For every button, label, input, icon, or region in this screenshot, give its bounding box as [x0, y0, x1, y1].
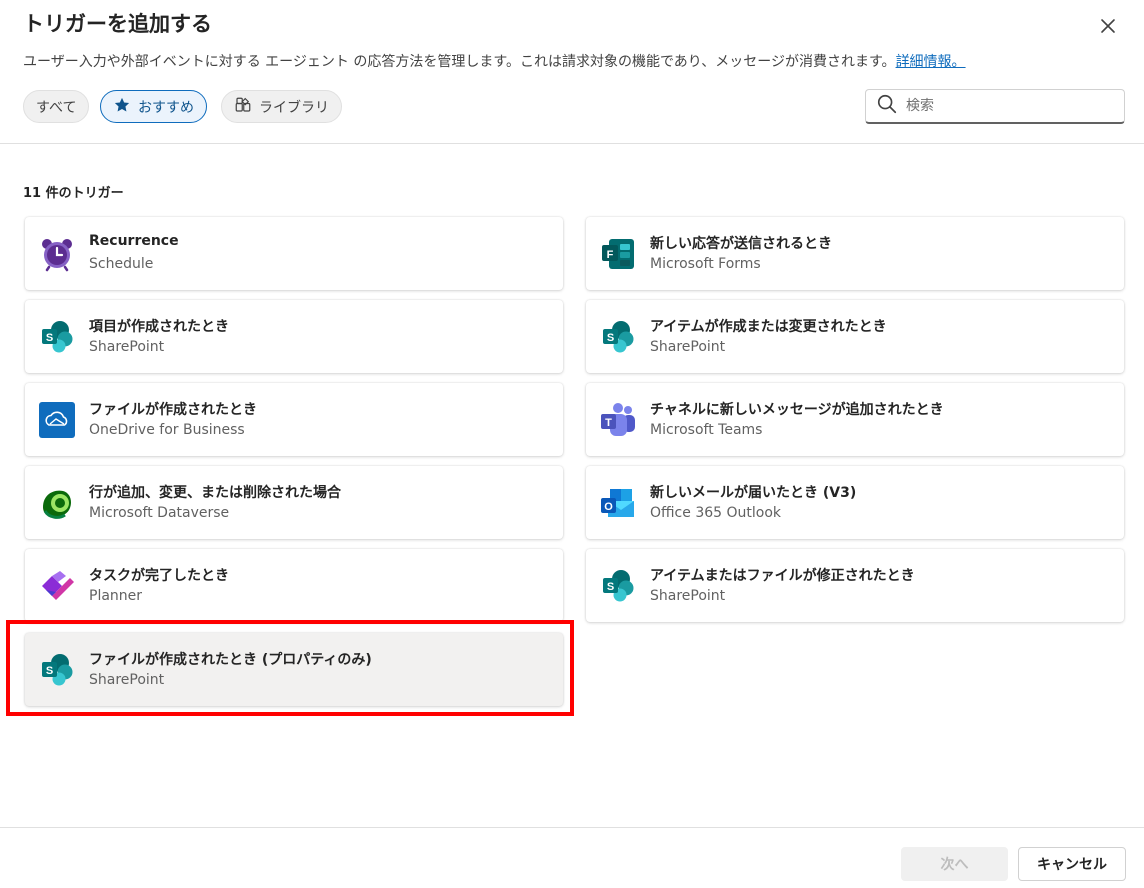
- trigger-connector: Microsoft Dataverse: [89, 505, 230, 521]
- trigger-connector: Microsoft Forms: [650, 256, 761, 272]
- trigger-title: アイテムが作成または変更されたとき: [650, 319, 887, 335]
- cancel-button[interactable]: キャンセル: [1018, 847, 1126, 881]
- filter-recommended-button[interactable]: おすすめ: [100, 90, 207, 123]
- trigger-title: ファイルが作成されたとき: [89, 402, 257, 418]
- sharepoint-icon: S: [600, 319, 636, 355]
- search-input[interactable]: [904, 97, 1108, 115]
- svg-text:O: O: [604, 501, 613, 513]
- trigger-connector: Planner: [89, 588, 143, 604]
- trigger-title: 新しい応答が送信されるとき: [650, 236, 832, 252]
- trigger-card-item-or-file-modified[interactable]: S アイテムまたはファイルが修正されたとき SharePoint: [586, 549, 1124, 622]
- results-count: 11 件のトリガー: [23, 186, 124, 201]
- trigger-card-forms-response[interactable]: F 新しい応答が送信されるとき Microsoft Forms: [586, 217, 1124, 290]
- filter-library-label: ライブラリ: [259, 99, 329, 116]
- trigger-title: 新しいメールが届いたとき (V3): [650, 485, 857, 501]
- svg-text:S: S: [607, 332, 614, 344]
- trigger-connector: Schedule: [89, 256, 154, 272]
- trigger-card-item-created-or-modified[interactable]: S アイテムが作成または変更されたとき SharePoint: [586, 300, 1124, 373]
- svg-text:S: S: [607, 581, 614, 593]
- svg-text:T: T: [605, 417, 612, 429]
- outlook-icon: O: [600, 485, 636, 521]
- planner-icon: [39, 568, 75, 604]
- trigger-card-item-created[interactable]: S 項目が作成されたとき SharePoint: [25, 300, 563, 373]
- filter-library-button[interactable]: ライブラリ: [221, 90, 342, 123]
- svg-text:S: S: [46, 332, 53, 344]
- sharepoint-icon: S: [600, 568, 636, 604]
- trigger-connector: Microsoft Teams: [650, 422, 763, 438]
- library-icon: [234, 96, 252, 118]
- close-icon[interactable]: [1096, 14, 1120, 38]
- trigger-connector: OneDrive for Business: [89, 422, 245, 438]
- trigger-connector: SharePoint: [650, 588, 726, 604]
- dataverse-icon: [39, 485, 75, 521]
- trigger-title: チャネルに新しいメッセージが追加されたとき: [650, 402, 944, 418]
- description-text: ユーザー入力や外部イベントに対する エージェント の応答方法を管理します。これは…: [23, 54, 896, 70]
- next-button[interactable]: 次へ: [901, 847, 1008, 881]
- trigger-title: Recurrence: [89, 233, 179, 249]
- trigger-connector: SharePoint: [89, 339, 165, 355]
- forms-icon: F: [600, 236, 636, 272]
- svg-text:F: F: [607, 249, 614, 261]
- trigger-title: タスクが完了したとき: [89, 568, 229, 584]
- filter-all-label: すべて: [36, 99, 77, 116]
- dialog-description: ユーザー入力や外部イベントに対する エージェント の応答方法を管理します。これは…: [23, 51, 966, 71]
- onedrive-icon: [39, 402, 75, 438]
- trigger-card-teams-channel-message[interactable]: T チャネルに新しいメッセージが追加されたとき Microsoft Teams: [586, 383, 1124, 456]
- alarm-clock-icon: [39, 236, 75, 272]
- header-divider: [0, 143, 1144, 144]
- dialog-title: トリガーを追加する: [23, 12, 212, 36]
- star-icon: [113, 96, 131, 118]
- filter-recommended-label: おすすめ: [138, 99, 194, 116]
- footer-divider: [0, 827, 1144, 828]
- filter-all-button[interactable]: すべて: [23, 90, 90, 123]
- teams-icon: T: [600, 402, 636, 438]
- trigger-title: 行が追加、変更、または削除された場合: [89, 485, 341, 501]
- trigger-title: 項目が作成されたとき: [89, 319, 229, 335]
- trigger-connector: Office 365 Outlook: [650, 505, 781, 521]
- trigger-card-recurrence[interactable]: Recurrence Schedule: [25, 217, 563, 290]
- trigger-card-onedrive-file-created[interactable]: ファイルが作成されたとき OneDrive for Business: [25, 383, 563, 456]
- trigger-card-outlook-new-email[interactable]: O 新しいメールが届いたとき (V3) Office 365 Outlook: [586, 466, 1124, 539]
- learn-more-link[interactable]: 詳細情報。: [896, 54, 966, 70]
- trigger-card-dataverse-row-changed[interactable]: 行が追加、変更、または削除された場合 Microsoft Dataverse: [25, 466, 563, 539]
- sharepoint-icon: S: [39, 319, 75, 355]
- selection-highlight: [6, 620, 574, 716]
- search-box[interactable]: [865, 89, 1125, 124]
- trigger-title: アイテムまたはファイルが修正されたとき: [650, 568, 915, 584]
- trigger-card-planner-task-completed[interactable]: タスクが完了したとき Planner: [25, 549, 563, 622]
- search-icon: [876, 93, 898, 119]
- trigger-connector: SharePoint: [650, 339, 726, 355]
